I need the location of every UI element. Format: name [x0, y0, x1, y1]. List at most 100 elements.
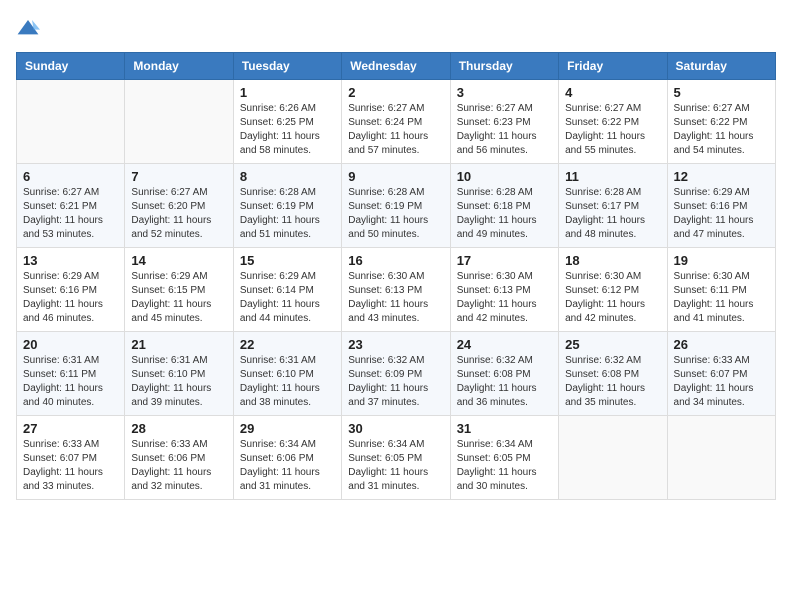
day-info: Sunrise: 6:28 AMSunset: 6:18 PMDaylight:…	[457, 186, 552, 242]
day-info: Sunrise: 6:27 AMSunset: 6:22 PMDaylight:…	[674, 102, 769, 158]
day-info: Sunrise: 6:30 AMSunset: 6:13 PMDaylight:…	[457, 270, 552, 326]
calendar-cell: 12 Sunrise: 6:29 AMSunset: 6:16 PMDayligh…	[667, 164, 775, 248]
calendar-cell	[559, 416, 667, 500]
calendar-cell	[667, 416, 775, 500]
calendar-cell: 28 Sunrise: 6:33 AMSunset: 6:06 PMDayligh…	[125, 416, 233, 500]
day-number: 16	[348, 253, 443, 268]
calendar-cell: 9Sunrise: 6:28 AMSunset: 6:19 PMDaylight…	[342, 164, 450, 248]
day-info: Sunrise: 6:34 AMSunset: 6:05 PMDaylight:…	[457, 438, 552, 494]
calendar-cell	[17, 80, 125, 164]
day-info: Sunrise: 6:29 AMSunset: 6:15 PMDaylight:…	[131, 270, 226, 326]
day-number: 31	[457, 421, 552, 436]
calendar-cell: 17 Sunrise: 6:30 AMSunset: 6:13 PMDayligh…	[450, 248, 558, 332]
page-header	[16, 16, 776, 40]
calendar-cell: 22 Sunrise: 6:31 AMSunset: 6:10 PMDayligh…	[233, 332, 341, 416]
day-info: Sunrise: 6:27 AMSunset: 6:21 PMDaylight:…	[23, 186, 118, 242]
logo	[16, 16, 44, 40]
calendar-table: SundayMondayTuesdayWednesdayThursdayFrid…	[16, 52, 776, 500]
day-number: 22	[240, 337, 335, 352]
calendar-cell: 15Sunrise: 6:29 AMSunset: 6:14 PMDayligh…	[233, 248, 341, 332]
day-info: Sunrise: 6:32 AMSunset: 6:08 PMDaylight:…	[457, 354, 552, 410]
calendar-cell: 11 Sunrise: 6:28 AMSunset: 6:17 PMDayligh…	[559, 164, 667, 248]
day-number: 20	[23, 337, 118, 352]
calendar-week-row: 6 Sunrise: 6:27 AMSunset: 6:21 PMDaylight…	[17, 164, 776, 248]
day-info: Sunrise: 6:26 AMSunset: 6:25 PMDaylight:…	[240, 102, 335, 158]
day-info: Sunrise: 6:27 AMSunset: 6:22 PMDaylight:…	[565, 102, 660, 158]
day-number: 18	[565, 253, 660, 268]
calendar-header: SundayMondayTuesdayWednesdayThursdayFrid…	[17, 53, 776, 80]
weekday-header-monday: Monday	[125, 53, 233, 80]
day-number: 24	[457, 337, 552, 352]
weekday-header-row: SundayMondayTuesdayWednesdayThursdayFrid…	[17, 53, 776, 80]
day-info: Sunrise: 6:27 AMSunset: 6:23 PMDaylight:…	[457, 102, 552, 158]
day-number: 19	[674, 253, 769, 268]
day-number: 8	[240, 169, 335, 184]
calendar-cell: 14Sunrise: 6:29 AMSunset: 6:15 PMDayligh…	[125, 248, 233, 332]
day-info: Sunrise: 6:28 AMSunset: 6:17 PMDaylight:…	[565, 186, 660, 242]
day-info: Sunrise: 6:31 AMSunset: 6:10 PMDaylight:…	[240, 354, 335, 410]
day-number: 5	[674, 85, 769, 100]
calendar-cell: 1 Sunrise: 6:26 AMSunset: 6:25 PMDaylight…	[233, 80, 341, 164]
day-number: 28	[131, 421, 226, 436]
day-number: 2	[348, 85, 443, 100]
calendar-cell: 6 Sunrise: 6:27 AMSunset: 6:21 PMDaylight…	[17, 164, 125, 248]
day-number: 1	[240, 85, 335, 100]
day-number: 27	[23, 421, 118, 436]
day-number: 4	[565, 85, 660, 100]
calendar-cell: 3 Sunrise: 6:27 AMSunset: 6:23 PMDaylight…	[450, 80, 558, 164]
day-number: 29	[240, 421, 335, 436]
day-number: 6	[23, 169, 118, 184]
day-info: Sunrise: 6:29 AMSunset: 6:16 PMDaylight:…	[674, 186, 769, 242]
calendar-cell: 4 Sunrise: 6:27 AMSunset: 6:22 PMDaylight…	[559, 80, 667, 164]
weekday-header-friday: Friday	[559, 53, 667, 80]
calendar-week-row: 27 Sunrise: 6:33 AMSunset: 6:07 PMDayligh…	[17, 416, 776, 500]
calendar-cell: 30 Sunrise: 6:34 AMSunset: 6:05 PMDayligh…	[342, 416, 450, 500]
weekday-header-tuesday: Tuesday	[233, 53, 341, 80]
calendar-cell: 10Sunrise: 6:28 AMSunset: 6:18 PMDayligh…	[450, 164, 558, 248]
calendar-cell: 21Sunrise: 6:31 AMSunset: 6:10 PMDayligh…	[125, 332, 233, 416]
day-number: 3	[457, 85, 552, 100]
calendar-cell: 2 Sunrise: 6:27 AMSunset: 6:24 PMDaylight…	[342, 80, 450, 164]
day-info: Sunrise: 6:32 AMSunset: 6:08 PMDaylight:…	[565, 354, 660, 410]
calendar-cell: 19 Sunrise: 6:30 AMSunset: 6:11 PMDayligh…	[667, 248, 775, 332]
calendar-cell: 24 Sunrise: 6:32 AMSunset: 6:08 PMDayligh…	[450, 332, 558, 416]
weekday-header-sunday: Sunday	[17, 53, 125, 80]
calendar-cell: 27 Sunrise: 6:33 AMSunset: 6:07 PMDayligh…	[17, 416, 125, 500]
day-info: Sunrise: 6:28 AMSunset: 6:19 PMDaylight:…	[348, 186, 443, 242]
calendar-week-row: 13Sunrise: 6:29 AMSunset: 6:16 PMDayligh…	[17, 248, 776, 332]
day-number: 11	[565, 169, 660, 184]
calendar-cell: 20 Sunrise: 6:31 AMSunset: 6:11 PMDayligh…	[17, 332, 125, 416]
weekday-header-saturday: Saturday	[667, 53, 775, 80]
calendar-cell	[125, 80, 233, 164]
day-info: Sunrise: 6:28 AMSunset: 6:19 PMDaylight:…	[240, 186, 335, 242]
day-info: Sunrise: 6:29 AMSunset: 6:14 PMDaylight:…	[240, 270, 335, 326]
calendar-cell: 18 Sunrise: 6:30 AMSunset: 6:12 PMDayligh…	[559, 248, 667, 332]
weekday-header-wednesday: Wednesday	[342, 53, 450, 80]
day-number: 30	[348, 421, 443, 436]
day-info: Sunrise: 6:33 AMSunset: 6:07 PMDaylight:…	[23, 438, 118, 494]
day-number: 7	[131, 169, 226, 184]
day-info: Sunrise: 6:33 AMSunset: 6:06 PMDaylight:…	[131, 438, 226, 494]
calendar-cell: 16Sunrise: 6:30 AMSunset: 6:13 PMDayligh…	[342, 248, 450, 332]
day-info: Sunrise: 6:27 AMSunset: 6:24 PMDaylight:…	[348, 102, 443, 158]
calendar-cell: 26Sunrise: 6:33 AMSunset: 6:07 PMDayligh…	[667, 332, 775, 416]
calendar-body: 1 Sunrise: 6:26 AMSunset: 6:25 PMDaylight…	[17, 80, 776, 500]
day-number: 13	[23, 253, 118, 268]
day-info: Sunrise: 6:30 AMSunset: 6:11 PMDaylight:…	[674, 270, 769, 326]
day-number: 17	[457, 253, 552, 268]
calendar-cell: 25Sunrise: 6:32 AMSunset: 6:08 PMDayligh…	[559, 332, 667, 416]
weekday-header-thursday: Thursday	[450, 53, 558, 80]
day-info: Sunrise: 6:27 AMSunset: 6:20 PMDaylight:…	[131, 186, 226, 242]
day-info: Sunrise: 6:32 AMSunset: 6:09 PMDaylight:…	[348, 354, 443, 410]
logo-icon	[16, 16, 40, 40]
calendar-cell: 7 Sunrise: 6:27 AMSunset: 6:20 PMDaylight…	[125, 164, 233, 248]
day-info: Sunrise: 6:34 AMSunset: 6:05 PMDaylight:…	[348, 438, 443, 494]
calendar-cell: 5 Sunrise: 6:27 AMSunset: 6:22 PMDaylight…	[667, 80, 775, 164]
day-info: Sunrise: 6:31 AMSunset: 6:11 PMDaylight:…	[23, 354, 118, 410]
day-info: Sunrise: 6:30 AMSunset: 6:12 PMDaylight:…	[565, 270, 660, 326]
day-info: Sunrise: 6:34 AMSunset: 6:06 PMDaylight:…	[240, 438, 335, 494]
day-info: Sunrise: 6:31 AMSunset: 6:10 PMDaylight:…	[131, 354, 226, 410]
calendar-cell: 13Sunrise: 6:29 AMSunset: 6:16 PMDayligh…	[17, 248, 125, 332]
day-number: 23	[348, 337, 443, 352]
day-number: 12	[674, 169, 769, 184]
